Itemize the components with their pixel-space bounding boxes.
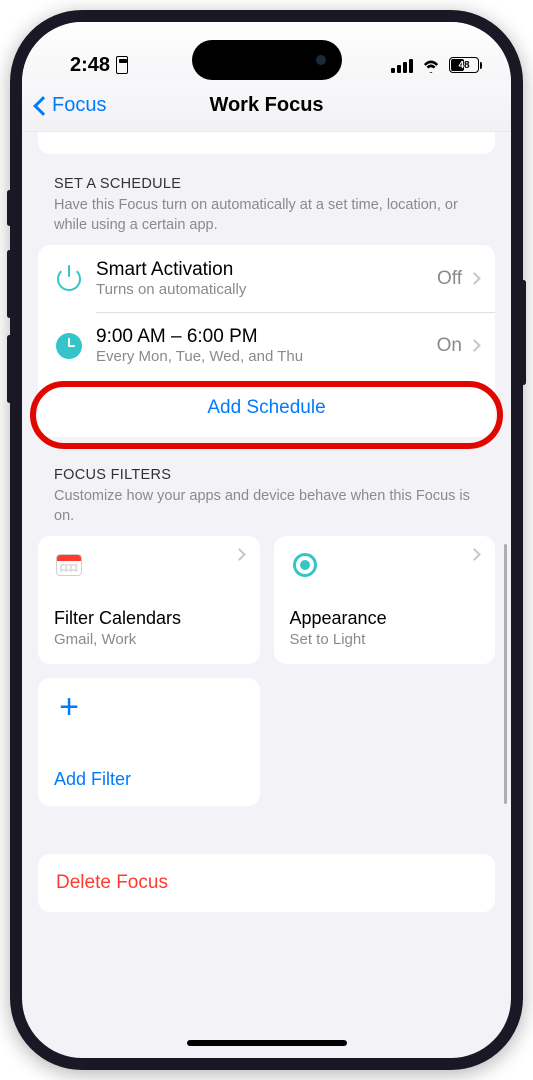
row-title: 9:00 AM – 6:00 PM [96,326,437,348]
tile-subtitle: Set to Light [290,631,480,648]
tile-subtitle: Gmail, Work [54,631,244,648]
add-filter-label: Add Filter [54,769,244,790]
chevron-right-icon [233,548,246,561]
add-filter-tile[interactable]: + Add Filter [38,678,260,806]
clock-icon [56,333,82,359]
appearance-icon [293,553,317,577]
dynamic-island [192,40,342,80]
add-schedule-label: Add Schedule [207,397,325,419]
tile-title: Filter Calendars [54,608,244,629]
chevron-left-icon [33,96,53,116]
time-schedule-row[interactable]: 9:00 AM – 6:00 PM Every Mon, Tue, Wed, a… [38,312,495,379]
home-indicator[interactable] [187,1040,347,1046]
chevron-right-icon [468,272,481,285]
navigation-bar: Focus Work Focus [22,80,511,132]
back-button[interactable]: Focus [36,94,209,117]
schedule-heading: SET A SCHEDULE [22,176,511,196]
appearance-tile[interactable]: Appearance Set to Light [274,536,496,664]
smart-activation-row[interactable]: Smart Activation Turns on automatically … [38,245,495,312]
previous-section-card [38,132,495,154]
battery-icon: 48 [449,57,479,73]
schedule-desc: Have this Focus turn on automatically at… [22,196,511,245]
row-state: On [437,335,462,357]
row-subtitle: Turns on automatically [96,281,437,298]
cellular-icon [391,58,413,73]
plus-icon: + [59,695,79,719]
filters-heading: FOCUS FILTERS [22,467,511,487]
back-label: Focus [52,94,106,117]
filters-desc: Customize how your apps and device behav… [22,487,511,536]
delete-label: Delete Focus [56,872,168,893]
calendar-icon [56,554,82,576]
row-subtitle: Every Mon, Tue, Wed, and Thu [96,348,437,365]
wifi-icon [420,57,442,73]
status-time: 2:48 [70,54,110,77]
tile-title: Appearance [290,608,480,629]
row-title: Smart Activation [96,259,437,281]
add-schedule-button[interactable]: Add Schedule [38,379,495,437]
chevron-right-icon [468,339,481,352]
row-state: Off [437,268,462,290]
power-icon [57,267,81,291]
schedule-card: Smart Activation Turns on automatically … [38,245,495,437]
scroll-indicator [504,544,507,804]
chevron-right-icon [468,548,481,561]
delete-focus-button[interactable]: Delete Focus [38,854,495,912]
sim-card-icon [116,56,128,74]
filter-calendars-tile[interactable]: Filter Calendars Gmail, Work [38,536,260,664]
page-title: Work Focus [209,94,323,117]
